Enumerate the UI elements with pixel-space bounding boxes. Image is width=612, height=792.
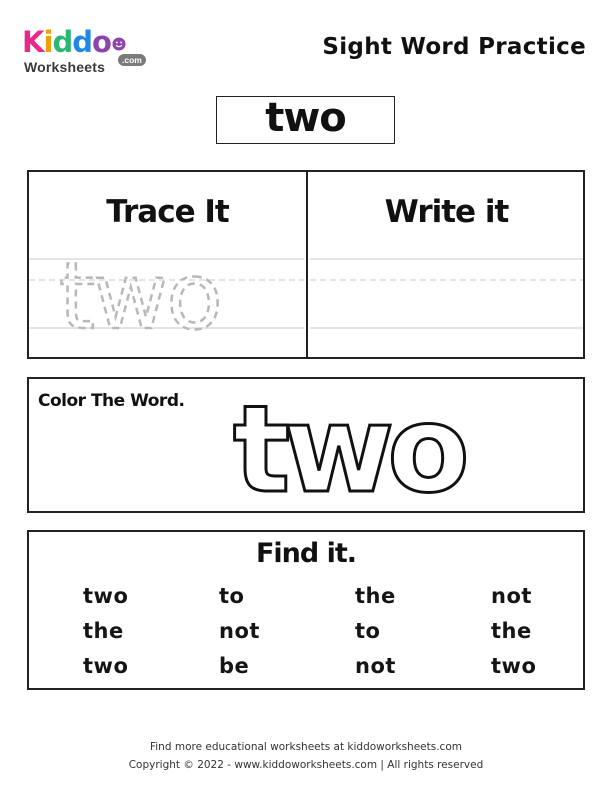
find-word[interactable]: not <box>219 619 355 643</box>
sight-word: two <box>265 95 347 141</box>
logo-letter: i <box>43 25 53 59</box>
logo-letter: d <box>52 25 73 59</box>
color-word-panel: Color The Word. two <box>27 377 585 513</box>
trace-word-svg: two <box>59 252 224 332</box>
sight-word-box: two <box>216 96 395 144</box>
trace-word: two <box>59 252 221 332</box>
outline-word: two <box>233 385 465 505</box>
logo-letter: o <box>91 25 112 59</box>
logo-letter: d <box>72 25 93 59</box>
color-label: Color The Word. <box>38 391 185 411</box>
logo-letter: K <box>22 25 45 59</box>
logo-subtitle: Worksheets <box>24 59 106 75</box>
find-word[interactable]: to <box>219 584 355 608</box>
find-word[interactable]: not <box>491 584 553 608</box>
find-word[interactable]: two <box>83 654 219 678</box>
find-word[interactable]: to <box>355 619 491 643</box>
find-word[interactable]: the <box>355 584 491 608</box>
trace-write-panel: Trace It Write it two <box>27 170 585 359</box>
logo-com-badge: .com <box>118 54 146 66</box>
find-row: two be not two <box>83 648 553 683</box>
find-title: Find it. <box>255 538 357 569</box>
smiley-icon <box>112 37 126 51</box>
find-it-panel: Find it. two to the not the not to the t… <box>27 530 585 690</box>
find-word[interactable]: not <box>355 654 491 678</box>
find-word-grid: two to the not the not to the two be not… <box>83 578 553 683</box>
page-title: Sight Word Practice <box>322 34 586 60</box>
find-word[interactable]: two <box>491 654 553 678</box>
kiddo-logo: Kiddo Worksheets .com <box>22 26 152 81</box>
find-word[interactable]: the <box>83 619 219 643</box>
find-row: the not to the <box>83 613 553 648</box>
logo-wordmark: Kiddo <box>22 25 126 59</box>
find-word[interactable]: the <box>491 619 553 643</box>
find-word[interactable]: be <box>219 654 355 678</box>
footer-line-2: Copyright © 2022 - www.kiddoworksheets.c… <box>128 759 484 771</box>
footer-line-1: Find more educational worksheets at kidd… <box>149 741 462 753</box>
outline-word-svg: two <box>232 385 474 505</box>
find-word[interactable]: two <box>83 584 219 608</box>
find-row: two to the not <box>83 578 553 613</box>
